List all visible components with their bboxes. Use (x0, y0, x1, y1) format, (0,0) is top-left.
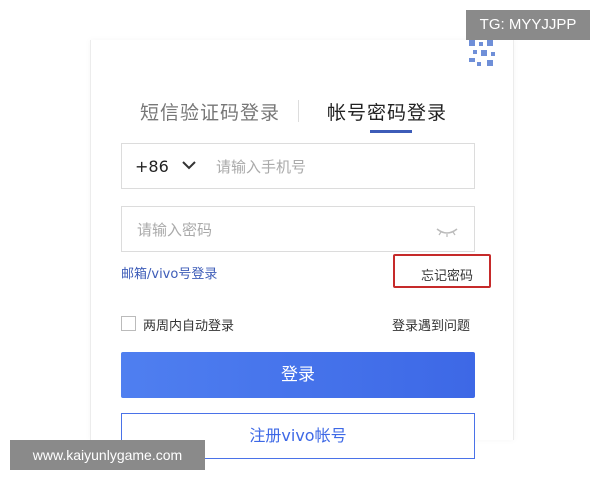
chevron-down-icon[interactable] (182, 160, 196, 170)
phone-field: +86 (121, 143, 475, 190)
remember-label: 两周内自动登录 (143, 319, 235, 334)
tab-divider (298, 100, 299, 122)
active-tab-indicator (370, 130, 412, 133)
country-code-select[interactable]: +86 (135, 157, 169, 176)
phone-input[interactable] (214, 144, 468, 190)
tab-sms-login[interactable]: 短信验证码登录 (140, 98, 280, 125)
forgot-password-link[interactable]: 忘记密码 (421, 265, 473, 284)
watermark-top: TG: MYYJJPP (466, 10, 590, 40)
login-tabs: 短信验证码登录 帐号密码登录 (140, 98, 460, 133)
remember-checkbox[interactable] (121, 316, 136, 331)
password-field (121, 206, 475, 253)
password-input[interactable] (135, 207, 429, 253)
highlight-box: 忘记密码 (393, 254, 491, 288)
tab-password-login[interactable]: 帐号密码登录 (327, 98, 447, 125)
login-button[interactable]: 登录 (121, 352, 475, 398)
eye-closed-icon[interactable] (436, 227, 458, 237)
email-login-link[interactable]: 邮箱/vivo号登录 (121, 263, 217, 282)
watermark-bottom: www.kaiyunlygame.com (10, 440, 205, 470)
login-problem-link[interactable]: 登录遇到问题 (392, 315, 470, 334)
qr-code-icon[interactable] (467, 40, 499, 70)
